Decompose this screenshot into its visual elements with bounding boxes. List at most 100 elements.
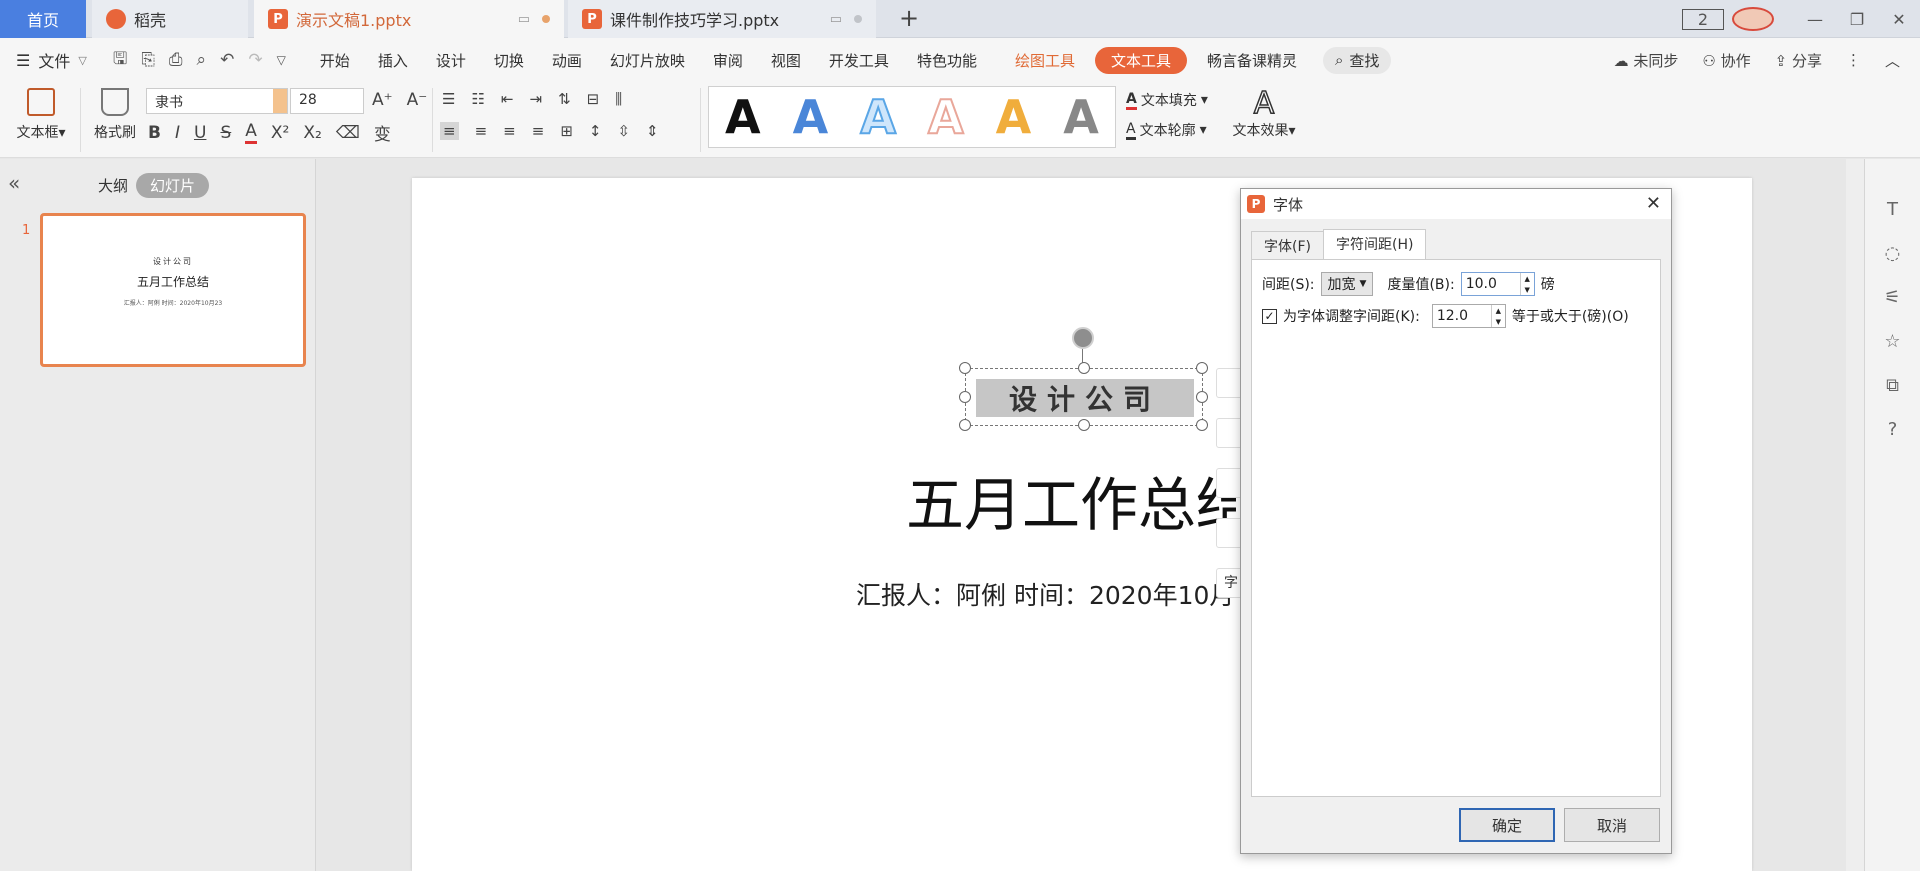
resize-handle[interactable]: [959, 419, 971, 431]
redo-icon[interactable]: ↷: [248, 50, 262, 70]
align-left-icon[interactable]: ≡: [440, 122, 459, 140]
text-icon[interactable]: T: [1882, 199, 1904, 221]
tab-font[interactable]: 字体(F): [1251, 231, 1324, 262]
justify-icon[interactable]: ≡: [532, 122, 545, 140]
tab-outline[interactable]: 大纲: [98, 175, 128, 196]
text-style-pink-outline[interactable]: A: [927, 89, 965, 145]
bold-icon[interactable]: B: [148, 123, 161, 143]
screen-icon[interactable]: ▭: [518, 12, 530, 27]
print-icon[interactable]: ⎙: [169, 50, 183, 70]
menu-item[interactable]: 开发工具: [815, 50, 903, 71]
menu-item[interactable]: 视图: [757, 50, 815, 71]
bullet-list-icon[interactable]: ☰: [442, 90, 455, 108]
customize-icon[interactable]: ▽: [277, 53, 286, 67]
resize-handle[interactable]: [959, 391, 971, 403]
text-style-black[interactable]: A: [725, 90, 761, 144]
collapse-panel-icon[interactable]: «: [8, 171, 20, 195]
kerning-input[interactable]: 12.0 ▲ ▼: [1431, 304, 1506, 328]
search-button[interactable]: ⌕ 查找: [1323, 46, 1392, 74]
align-right-icon[interactable]: ≡: [503, 122, 516, 140]
text-style-orange[interactable]: A: [996, 90, 1032, 144]
selected-textbox[interactable]: 设计公司: [959, 362, 1208, 431]
italic-icon[interactable]: I: [175, 123, 180, 143]
collapse-ribbon-icon[interactable]: ︿: [1885, 50, 1900, 71]
resize-handle[interactable]: [1078, 362, 1090, 374]
sliders-icon[interactable]: ⚟: [1882, 287, 1904, 309]
text-style-grey[interactable]: A: [1063, 90, 1099, 144]
menu-item[interactable]: 动画: [538, 50, 596, 71]
paragraph-spacing-icon[interactable]: ⇳: [617, 122, 630, 140]
ok-button[interactable]: 确定: [1459, 808, 1555, 842]
spin-arrows-icon[interactable]: ▲ ▼: [1490, 305, 1505, 327]
align-text-icon[interactable]: ⊟: [587, 90, 600, 108]
distribute-icon[interactable]: ⊞: [560, 122, 573, 140]
align-center-icon[interactable]: ≡: [475, 122, 488, 140]
resize-handle[interactable]: [1196, 419, 1208, 431]
spacing-select[interactable]: 加宽 ▼: [1320, 272, 1374, 296]
text-style-blue[interactable]: A: [793, 90, 829, 144]
unsynced-button[interactable]: ☁ 未同步: [1614, 50, 1679, 71]
superscript-icon[interactable]: X²: [271, 123, 289, 143]
close-icon[interactable]: ✕: [1646, 193, 1661, 214]
format-painter-button[interactable]: 格式刷: [80, 86, 150, 142]
window-count-badge[interactable]: 2: [1682, 8, 1724, 30]
menu-changyan[interactable]: 畅言备课精灵: [1193, 50, 1311, 71]
decrease-font-icon[interactable]: A⁻: [407, 90, 428, 110]
more-icon[interactable]: ⋮: [1846, 51, 1861, 69]
menu-item[interactable]: 幻灯片放映: [596, 50, 699, 71]
columns-icon[interactable]: ⫼: [615, 90, 622, 108]
tab-active-document[interactable]: P 演示文稿1.pptx ▭: [254, 0, 564, 38]
measure-input[interactable]: 10.0 ▲ ▼: [1460, 272, 1535, 296]
menu-drawing-tools[interactable]: 绘图工具: [1001, 50, 1089, 71]
text-style-blue-outline[interactable]: A: [859, 89, 897, 145]
output-icon[interactable]: ⎘: [141, 50, 155, 70]
font-name-select[interactable]: 隶书: [146, 88, 288, 114]
line-spacing-icon[interactable]: ↕: [589, 122, 602, 140]
collab-button[interactable]: ⚇ 协作: [1702, 50, 1750, 71]
outdent-icon[interactable]: ⇤: [501, 90, 514, 108]
underline-icon[interactable]: U: [194, 123, 206, 143]
slide-title[interactable]: 五月工作总结: [906, 458, 1236, 542]
cancel-button[interactable]: 取消: [1564, 808, 1660, 842]
file-menu[interactable]: ☰ 文件 ▽: [16, 48, 87, 72]
tab-daoke[interactable]: 稻壳: [92, 0, 248, 38]
replace-icon[interactable]: ⧉: [1882, 375, 1904, 397]
slide-subtitle[interactable]: 汇报人：阿俐 时间：2020年10月: [856, 576, 1246, 612]
rotate-handle-icon[interactable]: [1072, 327, 1094, 349]
save-icon[interactable]: 🖫: [113, 46, 127, 75]
resize-handle[interactable]: [1196, 391, 1208, 403]
menu-item[interactable]: 设计: [422, 50, 480, 71]
indent-icon[interactable]: ⇥: [529, 90, 542, 108]
tab-character-spacing[interactable]: 字符间距(H): [1322, 229, 1427, 260]
eraser-icon[interactable]: ⌫: [336, 123, 360, 143]
increase-font-icon[interactable]: A⁺: [372, 90, 393, 110]
subscript-icon[interactable]: X₂: [303, 123, 321, 143]
print-preview-icon[interactable]: ⌕: [197, 50, 207, 70]
dialog-titlebar[interactable]: P 字体: [1241, 189, 1671, 219]
menu-item[interactable]: 审阅: [699, 50, 757, 71]
text-outline-button[interactable]: A 文本轮廓 ▾: [1126, 120, 1207, 140]
star-icon[interactable]: ☆: [1882, 331, 1904, 353]
resize-handle[interactable]: [1196, 362, 1208, 374]
menu-text-tools[interactable]: 文本工具: [1094, 46, 1187, 74]
tab-course-document[interactable]: P 课件制作技巧学习.pptx ▭: [568, 0, 876, 38]
kerning-checkbox[interactable]: ✓: [1262, 308, 1277, 324]
resize-handle[interactable]: [1078, 419, 1090, 431]
menu-item[interactable]: 插入: [364, 50, 422, 71]
spin-arrows-icon[interactable]: ▲ ▼: [1519, 273, 1534, 295]
avatar[interactable]: [1732, 7, 1774, 31]
tab-slides[interactable]: 幻灯片: [136, 173, 210, 198]
text-effect-button[interactable]: A 文本效果▾: [1226, 85, 1302, 140]
strikethrough-icon[interactable]: S: [220, 123, 231, 143]
text-direction-icon[interactable]: ⇅: [558, 90, 571, 108]
textbox-button[interactable]: 文本框▾: [6, 86, 76, 142]
slide-thumbnail[interactable]: 设计公司 五月工作总结 汇报人：阿俐 时间：2020年10月23: [40, 213, 306, 367]
screen-icon[interactable]: ▭: [830, 12, 842, 27]
numbered-list-icon[interactable]: ☷: [471, 90, 484, 108]
help-icon[interactable]: ?: [1882, 419, 1904, 441]
spacing-more-icon[interactable]: ⇕: [646, 122, 659, 140]
text-fill-button[interactable]: A 文本填充 ▾: [1126, 90, 1208, 110]
share-button[interactable]: ⇪ 分享: [1775, 50, 1822, 71]
close-window-icon[interactable]: ✕: [1878, 10, 1920, 29]
vertical-scrollbar[interactable]: [1846, 159, 1864, 871]
